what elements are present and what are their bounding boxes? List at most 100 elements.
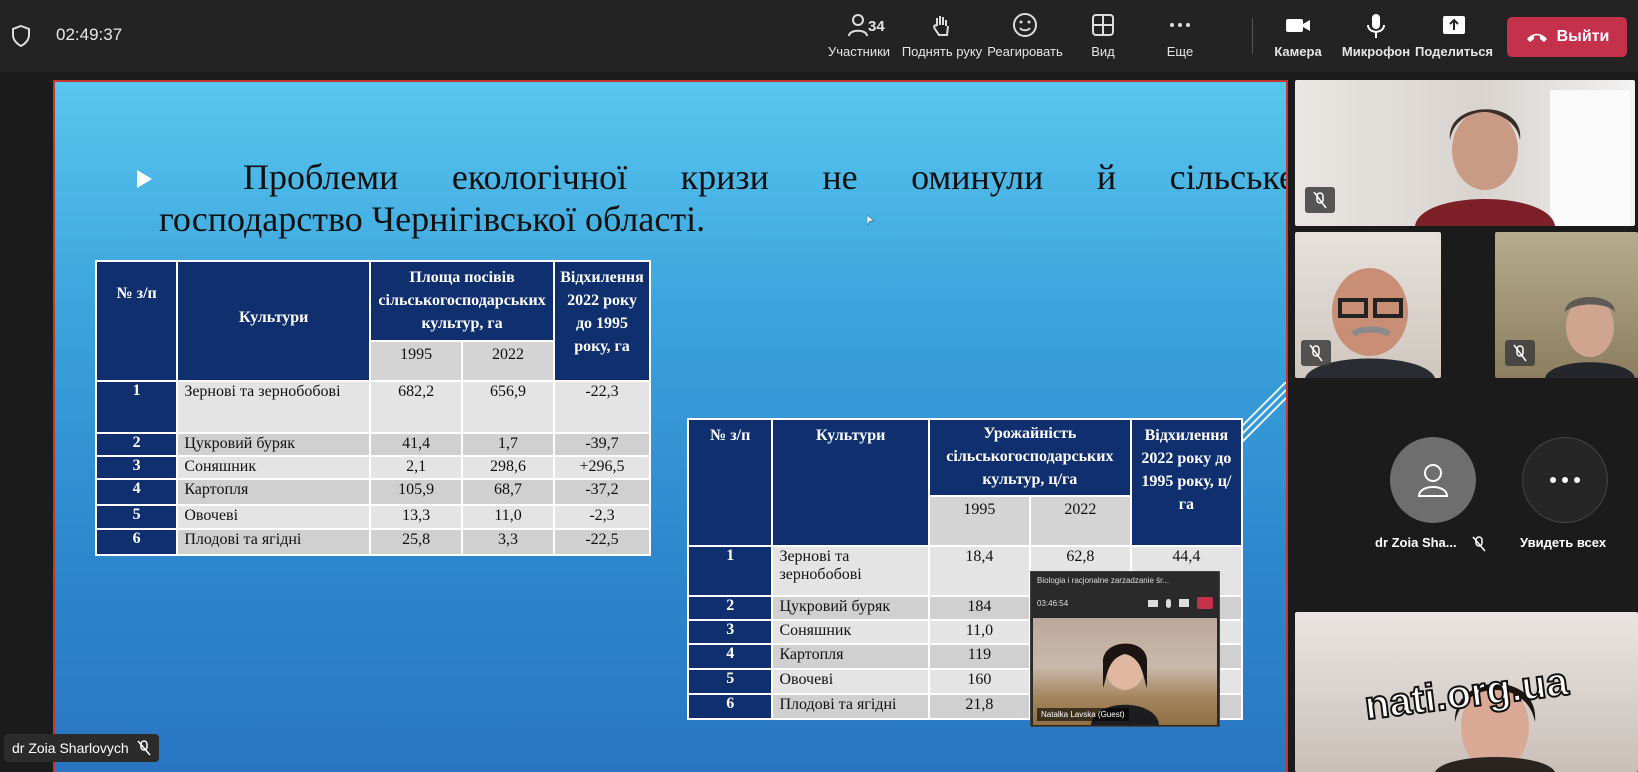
mini-window-controls: 03:46:54 <box>1031 592 1219 614</box>
table-row: 5 Овочеві 13,3 11,0 -2,3 <box>94 504 651 530</box>
header-crop: Культури <box>176 260 372 382</box>
more-icon <box>1170 23 1190 27</box>
mic-muted-icon <box>1472 535 1486 552</box>
leave-button[interactable]: Выйти <box>1507 17 1627 57</box>
row-number: 2 <box>94 432 179 457</box>
row-value-1995: 160 <box>927 668 1031 695</box>
mic-muted-icon <box>1301 340 1331 366</box>
video-tile-participant-1[interactable] <box>1295 80 1635 226</box>
headline-line-2: господарство Чернігівської області. <box>159 199 706 239</box>
avatar-zoia-name: dr Zoia Sha... <box>1375 535 1457 550</box>
table-row: 4 Картопля 105,9 68,7 -37,2 <box>94 478 651 506</box>
row-crop: Соняшник <box>176 455 372 480</box>
header-crop: Культури <box>771 418 930 547</box>
share-label: Поделиться <box>1414 44 1494 59</box>
table-row: 1 Зернові та зернобобові 682,2 656,9 -22,3 <box>94 380 651 434</box>
share-icon <box>1443 16 1465 34</box>
header-area: Площа посівів сільськогосподарських куль… <box>369 260 556 342</box>
row-deviation: -37,2 <box>553 478 651 506</box>
react-button[interactable]: Реагировать <box>980 12 1070 59</box>
mini-window-title: Biologia i racjonalne zarzadzanie śr... <box>1031 572 1219 592</box>
mini-hang-up-icon[interactable] <box>1197 597 1213 609</box>
row-number: 5 <box>94 504 179 530</box>
mini-mic-icon[interactable] <box>1166 598 1171 608</box>
meeting-toolbar: 02:49:37 34 Участники Поднять руку Реаги… <box>0 0 1638 72</box>
microphone-icon <box>1367 14 1385 38</box>
camera-button[interactable]: Камера <box>1253 12 1343 59</box>
row-deviation: -2,3 <box>553 504 651 530</box>
share-button[interactable]: Поделиться <box>1409 12 1499 59</box>
person-icon <box>1417 464 1449 497</box>
header-deviation: Відхилення 2022 року до 1995 року, ц/га <box>1129 418 1244 547</box>
row-crop: Зернові та зернобобові <box>771 545 930 597</box>
row-value-2022: 11,0 <box>461 504 556 530</box>
meeting-timer: 02:49:37 <box>56 25 123 44</box>
row-value-1995: 18,4 <box>927 545 1031 597</box>
row-value-2022: 68,7 <box>461 478 556 506</box>
more-button[interactable]: Еще <box>1135 12 1225 59</box>
row-value-1995: 119 <box>927 643 1031 670</box>
mic-muted-icon <box>1305 187 1335 213</box>
row-crop: Овочеві <box>176 504 372 530</box>
mini-window-time: 03:46:54 <box>1037 598 1069 608</box>
avatar-zoia-label: dr Zoia Sha... <box>1375 535 1486 552</box>
row-value-1995: 11,0 <box>927 619 1031 645</box>
row-value-1995: 21,8 <box>927 693 1031 720</box>
speaker-name: dr Zoia Sharlovych <box>12 740 129 756</box>
mic-muted-icon <box>137 740 151 756</box>
row-number: 6 <box>686 693 774 720</box>
leave-label: Выйти <box>1556 28 1610 45</box>
header-year-1995: 1995 <box>927 495 1031 547</box>
row-number: 3 <box>94 455 179 480</box>
row-crop: Картопля <box>176 478 372 506</box>
row-value-1995: 184 <box>927 595 1031 621</box>
participants-button[interactable]: 34 Участники <box>814 12 904 59</box>
see-all-button[interactable] <box>1522 437 1608 523</box>
mini-camera-icon[interactable] <box>1148 599 1158 607</box>
bullet-marker <box>137 170 152 188</box>
crop-area-table: № з/п Культури Площа посівів сільськогос… <box>94 260 651 556</box>
row-value-1995: 105,9 <box>369 478 464 506</box>
avatar-zoia[interactable] <box>1390 437 1476 523</box>
smiley-icon <box>1013 13 1037 37</box>
row-number: 5 <box>686 668 774 695</box>
mini-window-title-text: Biologia i racjonalne zarzadzanie śr... <box>1037 576 1170 585</box>
hang-up-icon <box>1526 33 1547 42</box>
row-value-1995: 25,8 <box>369 528 464 556</box>
header-number: № з/п <box>94 260 179 382</box>
raise-hand-button[interactable]: Поднять руку <box>897 12 987 59</box>
microphone-button[interactable]: Микрофон <box>1331 12 1421 59</box>
row-value-1995: 41,4 <box>369 432 464 457</box>
row-crop: Цукровий буряк <box>771 595 930 621</box>
row-crop: Плодові та ягідні <box>771 693 930 720</box>
header-year-1995: 1995 <box>369 340 464 382</box>
mini-window-video: Natalka Lavska (Guest) <box>1033 618 1217 725</box>
table-row: 2 Цукровий буряк 41,4 1,7 -39,7 <box>94 432 651 457</box>
hand-icon <box>933 16 949 36</box>
header-year-2022: 2022 <box>1028 495 1132 547</box>
row-number: 4 <box>686 643 774 670</box>
video-tile-participant-4[interactable]: nati.org.ua <box>1295 612 1638 772</box>
mini-share-icon[interactable] <box>1179 599 1189 607</box>
row-deviation: -22,3 <box>553 380 651 434</box>
row-value-2022: 3,3 <box>461 528 556 556</box>
row-value-1995: 682,2 <box>369 380 464 434</box>
table-row: 3 Соняшник 2,1 298,6 +296,5 <box>94 455 651 480</box>
video-tile-participant-2[interactable] <box>1295 232 1441 378</box>
row-number: 4 <box>94 478 179 506</box>
row-crop: Плодові та ягідні <box>176 528 372 556</box>
mini-meeting-window[interactable]: Biologia i racjonalne zarzadzanie śr... … <box>1030 571 1220 727</box>
row-number: 6 <box>94 528 179 556</box>
raise-hand-label: Поднять руку <box>901 44 983 59</box>
header-number: № з/п <box>686 418 774 547</box>
view-label: Вид <box>1091 44 1115 59</box>
camera-icon <box>1286 19 1310 32</box>
video-tile-participant-3[interactable] <box>1495 232 1638 378</box>
mic-muted-icon <box>1505 340 1535 366</box>
header-year-2022: 2022 <box>461 340 556 382</box>
row-deviation: -22,5 <box>553 528 651 556</box>
row-value-2022: 298,6 <box>461 455 556 480</box>
mini-participant-name: Natalka Lavska (Guest) <box>1037 708 1129 721</box>
row-number: 1 <box>686 545 774 597</box>
header-deviation: Відхилення 2022 року до 1995 року, га <box>553 260 651 382</box>
